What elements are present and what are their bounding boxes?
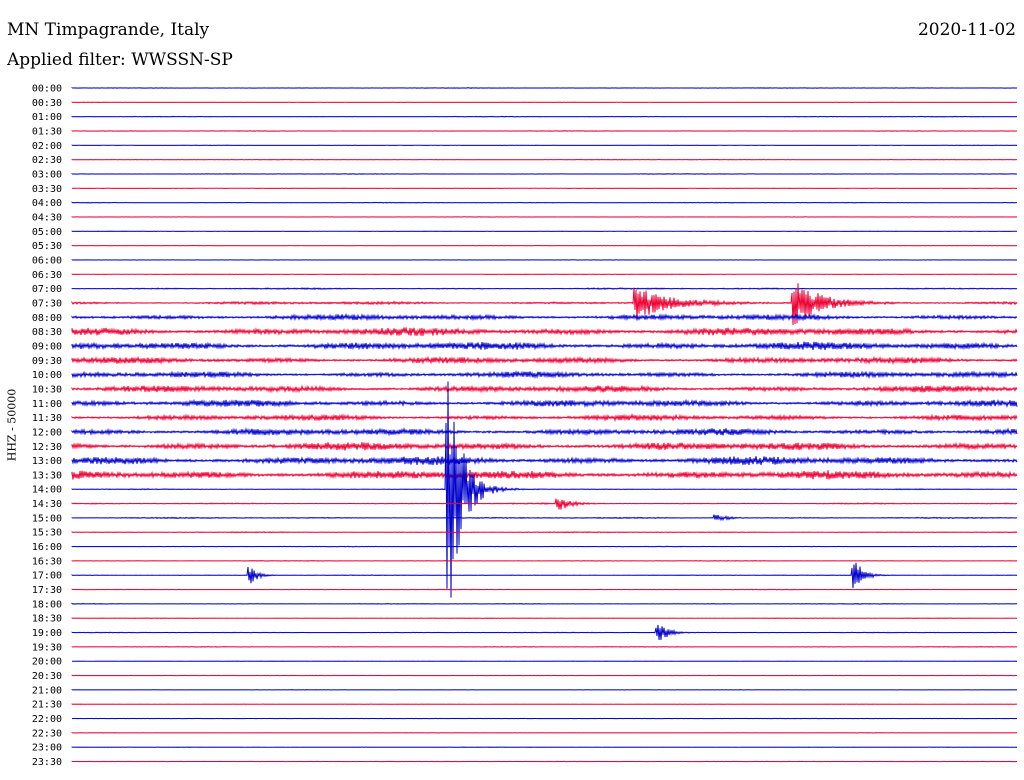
tick-label-0000: 00:00 — [32, 84, 62, 95]
trace-1200 — [71, 427, 1018, 437]
tick-label-1730: 17:30 — [32, 585, 62, 596]
trace-2230 — [71, 732, 1018, 734]
trace-1100 — [71, 398, 1018, 409]
tick-label-1430: 14:30 — [32, 499, 62, 510]
tick-label-0930: 09:30 — [32, 356, 62, 367]
tick-label-1300: 13:00 — [32, 456, 62, 467]
trace-1000 — [71, 370, 1018, 379]
tick-label-1400: 14:00 — [32, 485, 62, 496]
tick-label-1830: 18:30 — [32, 614, 62, 625]
tick-label-1000: 10:00 — [32, 370, 62, 381]
tick-label-0430: 04:30 — [32, 212, 62, 223]
trace-0830 — [71, 327, 1018, 337]
tick-label-0700: 07:00 — [32, 284, 62, 295]
trace-1430 — [71, 498, 1018, 510]
tick-label-2030: 20:30 — [32, 671, 62, 682]
trace-0800 — [71, 312, 1018, 322]
trace-1530 — [71, 531, 1018, 534]
trace-2300 — [71, 746, 1018, 748]
tick-label-2000: 20:00 — [32, 657, 62, 668]
tick-label-0830: 08:30 — [32, 327, 62, 338]
tick-label-1100: 11:00 — [32, 399, 62, 410]
seismogram-plot: 00:00 00:30 01:00 01:30 02:00 02:30 03:00 03:30… — [32, 84, 1018, 769]
trace-0600 — [71, 259, 1018, 261]
tick-label-1530: 15:30 — [32, 528, 62, 539]
trace-1630 — [71, 559, 1018, 562]
tick-label-0330: 03:30 — [32, 184, 62, 195]
trace-0500 — [71, 230, 1018, 233]
trace-1330 — [71, 470, 1018, 480]
trace-0630 — [71, 273, 1018, 276]
trace-2200 — [71, 717, 1018, 720]
trace-1930 — [71, 645, 1018, 648]
trace-0530 — [71, 244, 1018, 247]
trace-2330 — [71, 760, 1018, 763]
seismic-traces — [71, 87, 1018, 763]
tick-label-0130: 01:30 — [32, 126, 62, 137]
trace-0930 — [71, 355, 1018, 366]
time-tick-labels: 00:00 00:30 01:00 01:30 02:00 02:30 03:00 03:30… — [32, 84, 62, 769]
tick-label-0400: 04:00 — [32, 198, 62, 209]
tick-label-0030: 00:30 — [32, 98, 62, 109]
tick-label-0230: 02:30 — [32, 155, 62, 166]
trace-1900 — [71, 624, 1018, 640]
tick-label-0630: 06:30 — [32, 270, 62, 281]
tick-label-0500: 05:00 — [32, 227, 62, 238]
trace-0100 — [71, 115, 1018, 118]
trace-0130 — [71, 130, 1018, 132]
tick-label-1230: 12:30 — [32, 442, 62, 453]
trace-1030 — [71, 384, 1018, 394]
tick-label-1200: 12:00 — [32, 427, 62, 438]
tick-label-0600: 06:00 — [32, 255, 62, 266]
tick-label-1930: 19:30 — [32, 642, 62, 653]
trace-1600 — [71, 545, 1018, 548]
trace-0230 — [71, 158, 1018, 161]
tick-label-1900: 19:00 — [32, 628, 62, 639]
tick-label-0100: 01:00 — [32, 112, 62, 123]
tick-label-1700: 17:00 — [32, 571, 62, 582]
trace-1500 — [71, 514, 1018, 522]
trace-0030 — [71, 101, 1018, 104]
trace-1800 — [71, 602, 1018, 605]
trace-0400 — [71, 201, 1018, 204]
trace-1830 — [71, 617, 1018, 620]
trace-1230 — [71, 441, 1018, 451]
trace-0300 — [71, 173, 1018, 175]
tick-label-1600: 16:00 — [32, 542, 62, 553]
trace-1130 — [71, 412, 1018, 423]
tick-label-1800: 18:00 — [32, 599, 62, 610]
tick-label-2200: 22:00 — [32, 714, 62, 725]
tick-label-2230: 22:30 — [32, 728, 62, 739]
trace-0000 — [71, 87, 1018, 89]
trace-0900 — [71, 341, 1018, 351]
tick-label-0900: 09:00 — [32, 341, 62, 352]
trace-2130 — [71, 703, 1018, 705]
trace-1700 — [71, 562, 1018, 589]
tick-label-0300: 03:00 — [32, 169, 62, 180]
trace-0730 — [71, 283, 1018, 326]
trace-0700 — [71, 287, 1018, 291]
tick-label-2300: 23:00 — [32, 743, 62, 754]
tick-label-1030: 10:30 — [32, 384, 62, 395]
tick-label-1330: 13:30 — [32, 470, 62, 481]
trace-0200 — [71, 144, 1018, 147]
tick-label-0800: 08:00 — [32, 313, 62, 324]
tick-label-0730: 07:30 — [32, 298, 62, 309]
trace-1400 — [71, 381, 1018, 598]
tick-label-2330: 23:30 — [32, 757, 62, 768]
tick-label-1130: 11:30 — [32, 413, 62, 424]
tick-label-0200: 02:00 — [32, 141, 62, 152]
tick-label-2130: 21:30 — [32, 700, 62, 711]
tick-label-0530: 05:30 — [32, 241, 62, 252]
tick-label-2100: 21:00 — [32, 685, 62, 696]
trace-2100 — [71, 689, 1018, 691]
trace-2030 — [71, 674, 1018, 677]
trace-0430 — [71, 216, 1018, 218]
trace-1300 — [71, 456, 1018, 466]
trace-1730 — [71, 588, 1018, 591]
tick-label-1500: 15:00 — [32, 513, 62, 524]
tick-label-1630: 16:30 — [32, 556, 62, 567]
